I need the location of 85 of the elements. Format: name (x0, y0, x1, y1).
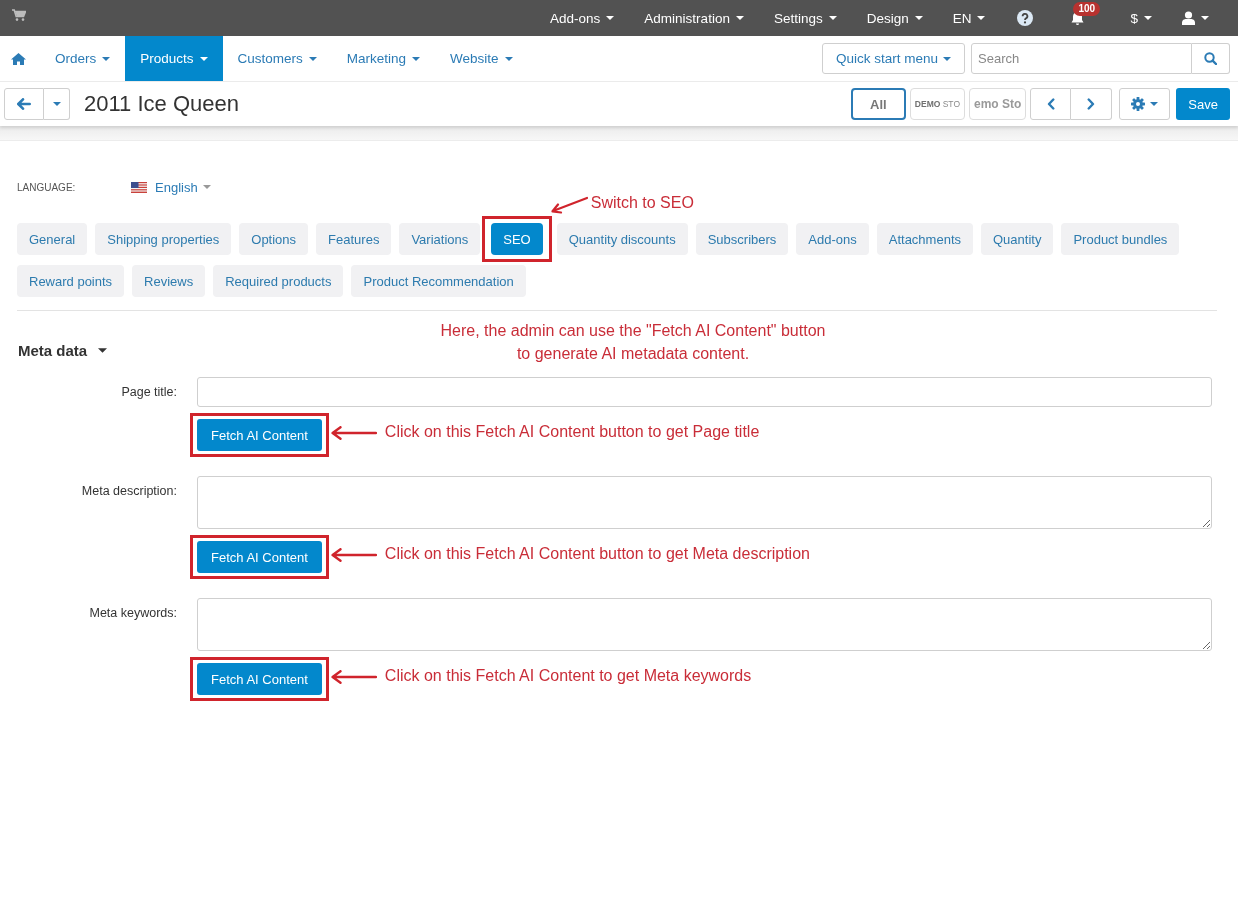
page-title: 2011 Ice Queen (84, 91, 239, 117)
search-button[interactable] (1192, 43, 1230, 74)
chevron-right-icon (1087, 98, 1096, 110)
caret-icon (1201, 16, 1209, 20)
pointer-arrow-icon (549, 196, 588, 214)
storefront-button[interactable]: All (850, 88, 906, 120)
tab[interactable]: Product Recommendation (351, 265, 526, 297)
callout-text: Switch to SEO (590, 194, 694, 212)
tab[interactable]: Required products (213, 265, 344, 297)
home-icon[interactable] (11, 52, 26, 65)
pointer-arrow-icon (330, 426, 377, 440)
field-label: Meta description: (80, 483, 177, 500)
language-label: LANGUAGE: (17, 181, 77, 193)
caret-icon (504, 56, 513, 61)
caret-icon (735, 16, 744, 20)
nav-menu-item[interactable]: Website (435, 36, 528, 81)
nav-menu-item[interactable]: Orders (40, 36, 126, 81)
language-selector[interactable]: English (131, 179, 211, 195)
previous-button[interactable] (1030, 88, 1072, 120)
callout-text: Click on this Fetch AI Content button to get Page title (384, 423, 760, 441)
gear-icon (1131, 97, 1146, 111)
field-label: Page title: (120, 384, 177, 401)
caret-icon (308, 56, 317, 61)
caret-icon (1144, 16, 1152, 20)
caret-icon (202, 185, 211, 189)
back-button[interactable] (4, 88, 44, 120)
currency-menu-button[interactable]: $ (1115, 0, 1167, 36)
caret-icon (828, 16, 837, 20)
tab[interactable]: Shipping properties (95, 223, 232, 255)
caret-icon (606, 16, 615, 20)
storefront-button[interactable]: emo Sto (969, 88, 1027, 120)
fetch-ai-content-button[interactable]: Fetch AI Content (197, 663, 322, 695)
field-label: Meta keywords: (88, 605, 177, 622)
section-toggle[interactable]: Meta data (17, 342, 108, 359)
pointer-arrow-icon (330, 548, 377, 562)
flag-icon (131, 181, 147, 193)
nav-menu-item[interactable]: Products (125, 36, 223, 81)
chevron-left-icon (1046, 98, 1055, 110)
search-field[interactable]: Search (971, 43, 1192, 74)
text-input[interactable] (197, 377, 1212, 407)
tab[interactable]: Variations (399, 223, 481, 255)
tab[interactable]: Quantity (981, 223, 1054, 255)
top-menu-button[interactable]: EN (937, 0, 1001, 36)
storefront-button[interactable]: DEMO STO (909, 88, 965, 120)
caret-icon (914, 16, 923, 20)
tab[interactable]: Add-ons (796, 223, 869, 255)
fetch-ai-content-button[interactable]: Fetch AI Content (197, 541, 322, 573)
tab[interactable]: Product bundles (1061, 223, 1180, 255)
caret-icon (52, 102, 61, 106)
tab[interactable]: Reviews (132, 265, 206, 297)
callout-text: Click on this Fetch AI Content button to get Meta description (384, 545, 810, 563)
search-icon (1204, 52, 1217, 65)
tab[interactable]: Attachments (876, 223, 973, 255)
fetch-ai-content-button[interactable]: Fetch AI Content (197, 419, 322, 451)
tab[interactable]: SEO (491, 223, 543, 255)
top-menu-button[interactable]: Add-ons (535, 0, 630, 36)
tab[interactable]: Features (316, 223, 392, 255)
settings-button[interactable] (1119, 88, 1171, 120)
nav-menu-item[interactable]: Customers (222, 36, 332, 81)
notification-badge: 100 (1073, 1, 1101, 16)
caret-icon (412, 56, 421, 61)
tab[interactable]: Options (239, 223, 309, 255)
tab[interactable]: Quantity discounts (556, 223, 688, 255)
next-button[interactable] (1071, 88, 1113, 120)
tab[interactable]: Reward points (17, 265, 125, 297)
callout-text: Click on this Fetch AI Content to get Meta keywords (384, 667, 752, 685)
top-menu-button[interactable]: Design (851, 0, 938, 36)
nav-menu-item[interactable]: Marketing (331, 36, 436, 81)
caret-icon (943, 56, 951, 61)
user-icon (1182, 11, 1195, 25)
caret-icon (977, 16, 986, 20)
quick-start-menu-button[interactable]: Quick start menu (821, 43, 965, 74)
caret-icon (102, 56, 111, 61)
cart-icon[interactable] (12, 9, 26, 21)
tab[interactable]: General (17, 223, 88, 255)
annotation-note: Here, the admin can use the "Fetch AI Content" button to generate AI metadata content. (439, 321, 827, 364)
tab[interactable]: Subscribers (695, 223, 789, 255)
help-icon[interactable] (1017, 10, 1034, 26)
pointer-arrow-icon (330, 670, 377, 684)
top-menu-button[interactable]: Administration (629, 0, 759, 36)
top-menu-button[interactable]: Settings (758, 0, 852, 36)
caret-icon (1150, 102, 1159, 106)
save-button[interactable]: Save (1176, 88, 1230, 120)
caret-icon (199, 56, 208, 61)
left-arrow-icon (17, 98, 31, 110)
